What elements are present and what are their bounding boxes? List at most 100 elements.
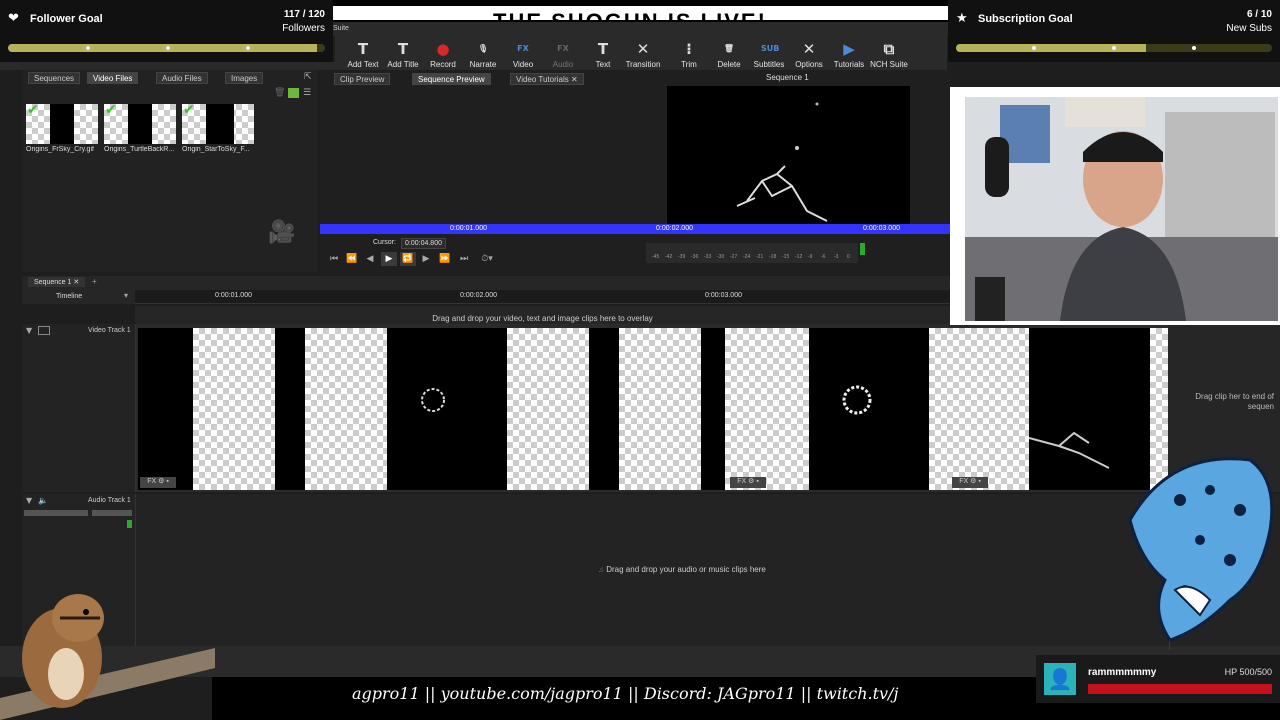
follower-goal-widget: ❤ Follower Goal 117 / 120 Followers — [0, 0, 333, 62]
toolbar-tutorials-button[interactable]: ▶ Tutorials — [829, 38, 869, 69]
timeline-selector[interactable]: Timeline ▾ — [22, 290, 136, 304]
tab-video-files[interactable]: Video Files — [87, 72, 139, 84]
webcam-feed — [965, 97, 1278, 321]
next-frame-icon[interactable]: ⏩ — [437, 252, 453, 266]
video-clip[interactable] — [193, 328, 275, 490]
file-thumbnail[interactable]: ✔ — [104, 102, 176, 144]
play-button[interactable]: ▶ — [381, 252, 397, 266]
chat-hp-widget: 👤 rammmmmmy HP 500/500 — [1036, 655, 1280, 703]
preview-ruler-label: 0:00:03.000 — [863, 225, 900, 232]
toolbar-options-button[interactable]: ✕ Options — [789, 38, 829, 69]
go-to-end-icon[interactable]: ⏭ — [456, 252, 472, 266]
checkmark-icon: ✔ — [105, 102, 117, 118]
video-clip[interactable] — [387, 328, 507, 490]
toolbar-subtitles-button[interactable]: SUB Subtitles — [749, 38, 789, 69]
camera-icon: 🎥 — [268, 220, 296, 245]
loop-icon[interactable]: 🔁 — [400, 252, 416, 266]
delete-file-icon[interactable]: 🗑 — [274, 88, 285, 98]
video-clip[interactable] — [619, 328, 701, 490]
speaker-icon[interactable]: 🔈 — [38, 496, 48, 505]
video-clip[interactable] — [725, 328, 809, 490]
file-thumbnail[interactable]: ✔ — [182, 102, 254, 144]
media-bin-tabs: Sequences Video Files Audio Files Images — [22, 71, 318, 85]
tab-clip-preview[interactable]: Clip Preview — [334, 73, 391, 85]
step-forward-icon[interactable]: ▶ — [418, 252, 434, 266]
toolbar-add-text-button[interactable]: T Add Text — [343, 38, 383, 69]
tab-audio-files[interactable]: Audio Files — [156, 72, 208, 84]
previous-frame-icon[interactable]: ⏪ — [344, 252, 360, 266]
trash-icon: 🗑 — [723, 44, 735, 53]
tab-images[interactable]: Images — [225, 72, 264, 84]
toolbar-narrate-button[interactable]: 🎙 Narrate — [463, 38, 503, 69]
video-clip[interactable] — [589, 328, 619, 490]
toolbar-nch-suite-button[interactable]: ⧉ NCH Suite — [869, 38, 909, 69]
clip-fx-icon[interactable]: FX ⚙ ▪ — [140, 477, 176, 488]
tab-sequence-1[interactable]: Sequence 1 ✕ — [28, 277, 86, 287]
follower-goal-unit: Followers — [282, 23, 325, 34]
audio-level-meter: -45 -42 -39 -36 -33 -30 -27 -24 -21 -18 -15 -12 -9 -6… — [646, 243, 865, 263]
folder-icon[interactable] — [288, 88, 299, 98]
preview-scrub-bar[interactable] — [320, 224, 950, 234]
file-thumbnail[interactable]: ✔ — [26, 102, 98, 144]
subscription-goal-widget: ★ Subscription Goal 6 / 10 New Subs — [948, 0, 1280, 62]
subscription-goal-count: 6 / 10 — [1246, 9, 1272, 20]
file-name: Origins_TurtleBackR... — [104, 146, 175, 153]
toolbar-label: Transition — [625, 60, 661, 69]
video-clip[interactable] — [809, 328, 929, 490]
clip-fx-icon[interactable]: FX ⚙ ▪ — [730, 477, 766, 488]
preview-ruler-label: 0:00:01.000 — [450, 225, 487, 232]
overlay-drop-zone[interactable]: Drag and drop your video, text and image… — [135, 306, 950, 324]
subtitles-icon: SUB — [761, 44, 780, 53]
pan-slider[interactable] — [92, 510, 132, 516]
social-ticker: agpro11 || youtube.com/jagpro11 || Disco… — [352, 684, 899, 703]
collapse-icon[interactable]: ▼ — [26, 326, 32, 335]
meter-tick-label: -33 — [704, 254, 712, 260]
hp-fill — [1088, 684, 1272, 694]
video-clip[interactable] — [305, 328, 387, 490]
video-clip[interactable] — [138, 328, 193, 490]
video-clip[interactable] — [929, 328, 1029, 490]
video-clip[interactable] — [507, 328, 589, 490]
toolbar-trim-button[interactable]: ⁝ Trim — [669, 38, 709, 69]
popout-icon[interactable]: ⇱ — [304, 72, 312, 82]
timeline-ruler-label: 0:00:03.000 — [705, 292, 742, 299]
video-track-label: Video Track 1 — [88, 327, 131, 334]
preview-video[interactable] — [667, 86, 910, 224]
meter-tick-label: -39 — [678, 254, 686, 260]
toolbar-delete-button[interactable]: 🗑 Delete — [709, 38, 749, 69]
chevron-down-icon: ▾ — [124, 291, 129, 300]
tab-video-tutorials[interactable]: Video Tutorials ✕ — [510, 73, 584, 85]
toolbar-label: Narrate — [469, 60, 497, 69]
meter-tick-label: -6 — [821, 254, 826, 260]
leopard-mascot — [1128, 457, 1274, 642]
meter-tick-label: 0 — [847, 254, 850, 260]
meter-tick-label: -21 — [756, 254, 764, 260]
collapse-icon[interactable]: ▼ — [26, 496, 32, 505]
record-icon: ● — [436, 40, 450, 58]
eye-icon[interactable] — [38, 326, 50, 335]
toolbar-record-button[interactable]: ● Record — [423, 38, 463, 69]
toolbar-label: NCH Suite — [870, 60, 908, 69]
subscription-goal-fill — [956, 44, 1146, 52]
chipmunk-mascot — [0, 594, 215, 720]
timeline-ruler[interactable]: 0:00:01.000 0:00:02.000 0:00:03.000 — [135, 290, 950, 304]
list-view-icon[interactable]: ☰ — [303, 88, 311, 98]
music-icon: ♫ — [598, 565, 607, 574]
video-clip[interactable] — [275, 328, 305, 490]
go-to-start-icon[interactable]: ⏮ — [326, 252, 342, 266]
toolbar-transition-button[interactable]: ✕ Transition — [623, 38, 663, 69]
clip-fx-icon[interactable]: FX ⚙ ▪ — [952, 477, 988, 488]
end-drop-hint: Drag clip her to end of sequen — [1195, 392, 1274, 411]
volume-slider[interactable] — [24, 510, 88, 516]
speed-icon[interactable]: ⏱▾ — [476, 252, 498, 266]
preview-ruler-label: 0:00:02.000 — [656, 225, 693, 232]
cursor-time[interactable]: 0:00:04.800 — [401, 238, 446, 249]
tab-sequences[interactable]: Sequences — [28, 72, 81, 84]
audio-track[interactable]: ♫ Drag and drop your audio or music clip… — [136, 494, 1280, 646]
step-back-icon[interactable]: ◀ — [362, 252, 378, 266]
add-sequence-icon[interactable]: + — [92, 277, 97, 286]
video-clip[interactable] — [701, 328, 725, 490]
toolbar-add-title-button[interactable]: T Add Title — [383, 38, 423, 69]
suite-icon: ⧉ — [883, 40, 895, 58]
tab-sequence-preview[interactable]: Sequence Preview — [412, 73, 491, 85]
